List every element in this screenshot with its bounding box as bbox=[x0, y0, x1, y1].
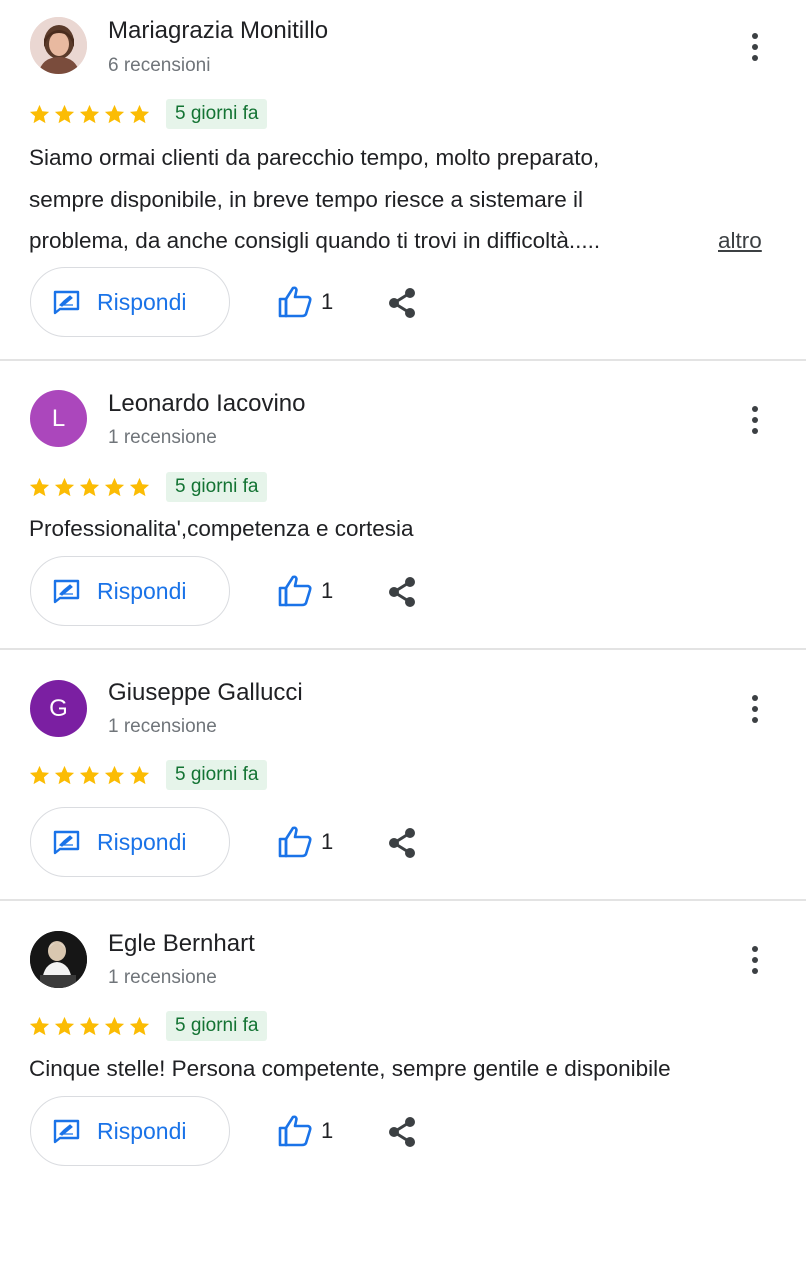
avatar-photo-icon bbox=[30, 931, 87, 988]
star-rating bbox=[28, 764, 151, 790]
star-icon bbox=[79, 477, 100, 497]
review-text: Cinque stelle! Persona competente, sempr… bbox=[29, 1048, 779, 1090]
reply-button[interactable]: Rispondi bbox=[30, 556, 230, 626]
reply-icon bbox=[53, 1119, 80, 1143]
review-card: Mariagrazia Monitillo 6 recensioni 5 gio… bbox=[0, 0, 806, 360]
review-text: Professionalita',competenza e cortesia bbox=[29, 508, 779, 550]
star-icon bbox=[129, 765, 150, 785]
reviewer-name[interactable]: Mariagrazia Monitillo bbox=[108, 17, 328, 45]
review-card: Egle Bernhart 1 recensione 5 giorni fa C… bbox=[0, 901, 806, 1201]
more-vert-icon[interactable] bbox=[740, 940, 770, 980]
star-rating bbox=[28, 1015, 151, 1041]
star-icon bbox=[79, 765, 100, 785]
star-rating bbox=[28, 103, 151, 129]
review-date: 5 giorni fa bbox=[166, 472, 268, 502]
star-icon bbox=[104, 765, 125, 785]
share-button[interactable] bbox=[386, 575, 418, 609]
like-count: 1 bbox=[321, 829, 334, 854]
star-icon bbox=[54, 765, 75, 785]
star-icon bbox=[29, 765, 50, 785]
review-text-line: Professionalita',competenza e cortesia bbox=[29, 516, 414, 541]
share-icon bbox=[389, 288, 415, 318]
avatar[interactable]: G bbox=[30, 680, 87, 737]
reviewer-name[interactable]: Leonardo Iacovino bbox=[108, 390, 305, 418]
review-count[interactable]: 6 recensioni bbox=[108, 55, 210, 77]
review-card: G Giuseppe Gallucci 1 recensione 5 giorn… bbox=[0, 650, 806, 899]
reviewer-name[interactable]: Egle Bernhart bbox=[108, 930, 255, 958]
star-icon bbox=[54, 104, 75, 124]
star-icon bbox=[104, 104, 125, 124]
star-rating bbox=[28, 476, 151, 502]
star-icon bbox=[29, 1016, 50, 1036]
thumbs-up-icon bbox=[278, 286, 312, 318]
review-count[interactable]: 1 recensione bbox=[108, 967, 217, 989]
avatar[interactable] bbox=[30, 931, 87, 988]
thumbs-up-icon bbox=[278, 826, 312, 858]
star-icon bbox=[104, 1016, 125, 1036]
like-button[interactable]: 1 bbox=[277, 1113, 333, 1149]
avatar[interactable]: L bbox=[30, 390, 87, 447]
share-button[interactable] bbox=[386, 286, 418, 320]
star-icon bbox=[54, 477, 75, 497]
review-text-line: Cinque stelle! Persona competente, sempr… bbox=[29, 1056, 671, 1081]
star-icon bbox=[29, 477, 50, 497]
star-icon bbox=[129, 1016, 150, 1036]
reply-button[interactable]: Rispondi bbox=[30, 267, 230, 337]
avatar[interactable] bbox=[30, 17, 87, 74]
reply-label: Rispondi bbox=[97, 1117, 187, 1144]
like-count: 1 bbox=[321, 289, 334, 314]
star-icon bbox=[129, 477, 150, 497]
avatar-initial: G bbox=[49, 694, 68, 722]
star-icon bbox=[129, 104, 150, 124]
share-icon bbox=[389, 577, 415, 607]
review-text-line: problema, da anche consigli quando ti tr… bbox=[29, 228, 601, 253]
more-vert-icon[interactable] bbox=[740, 689, 770, 729]
like-count: 1 bbox=[321, 1118, 334, 1143]
review-text-line: sempre disponibile, in breve tempo riesc… bbox=[29, 186, 583, 212]
review-card: L Leonardo Iacovino 1 recensione 5 giorn… bbox=[0, 361, 806, 648]
star-icon bbox=[79, 104, 100, 124]
more-vert-icon[interactable] bbox=[740, 27, 770, 67]
more-vert-icon[interactable] bbox=[740, 400, 770, 440]
review-count[interactable]: 1 recensione bbox=[108, 427, 217, 449]
review-text: Siamo ormai clienti da parecchio tempo, … bbox=[29, 137, 779, 262]
review-text-line: Siamo ormai clienti da parecchio tempo, … bbox=[29, 145, 600, 170]
reply-icon bbox=[53, 579, 80, 603]
star-icon bbox=[104, 477, 125, 497]
star-icon bbox=[29, 104, 50, 124]
review-date: 5 giorni fa bbox=[166, 1011, 268, 1041]
reply-icon bbox=[53, 830, 80, 854]
like-count: 1 bbox=[321, 578, 334, 603]
star-icon bbox=[79, 1016, 100, 1036]
read-more-link[interactable]: altro bbox=[718, 228, 762, 254]
reviewer-name[interactable]: Giuseppe Gallucci bbox=[108, 679, 303, 707]
share-button[interactable] bbox=[386, 1115, 418, 1149]
review-count[interactable]: 1 recensione bbox=[108, 716, 217, 738]
share-icon bbox=[389, 1117, 415, 1147]
reply-button[interactable]: Rispondi bbox=[30, 1096, 230, 1166]
reply-label: Rispondi bbox=[97, 288, 187, 315]
avatar-initial: L bbox=[51, 404, 66, 432]
reply-label: Rispondi bbox=[97, 828, 187, 855]
like-button[interactable]: 1 bbox=[277, 824, 333, 860]
thumbs-up-icon bbox=[278, 575, 312, 607]
avatar-photo-icon bbox=[30, 17, 87, 74]
like-button[interactable]: 1 bbox=[277, 284, 333, 320]
thumbs-up-icon bbox=[278, 1115, 312, 1147]
like-button[interactable]: 1 bbox=[277, 573, 333, 609]
review-date: 5 giorni fa bbox=[166, 760, 268, 790]
share-button[interactable] bbox=[386, 826, 418, 860]
reply-label: Rispondi bbox=[97, 577, 187, 604]
star-icon bbox=[54, 1016, 75, 1036]
reply-button[interactable]: Rispondi bbox=[30, 807, 230, 877]
reply-icon bbox=[53, 290, 80, 314]
share-icon bbox=[389, 828, 415, 858]
review-date: 5 giorni fa bbox=[166, 99, 268, 129]
